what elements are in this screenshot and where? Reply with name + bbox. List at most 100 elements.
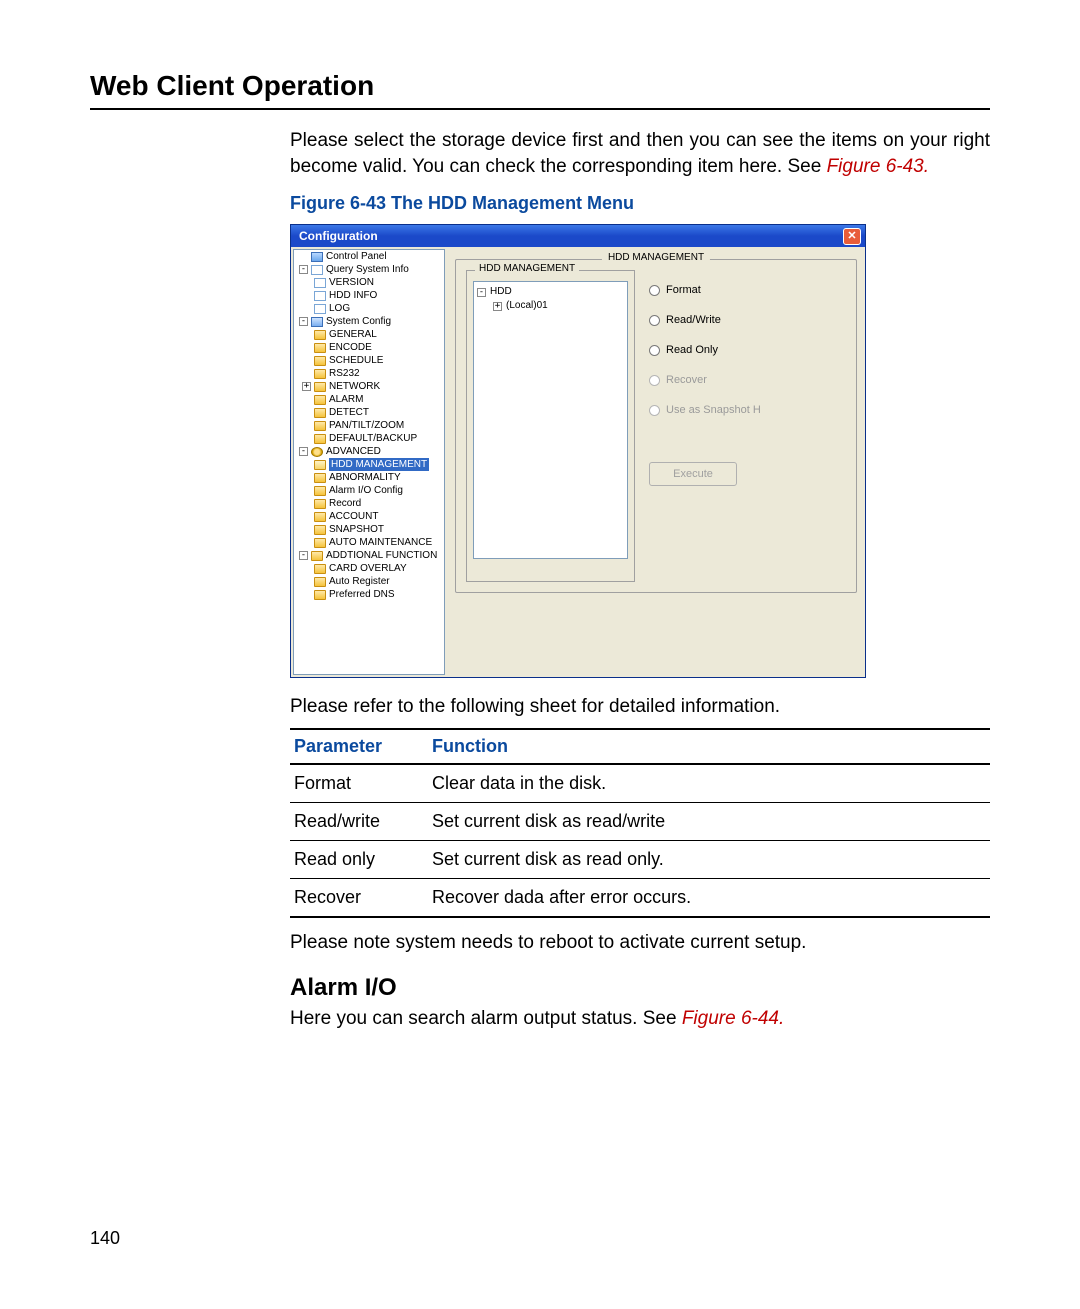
folder-icon [314, 356, 326, 366]
nav-additional-function[interactable]: ADDTIONAL FUNCTION [326, 549, 437, 562]
close-button[interactable]: ✕ [843, 228, 861, 245]
navigation-tree[interactable]: Control Panel - Query System Info VERSION… [293, 249, 445, 675]
nav-system-config[interactable]: System Config [326, 315, 391, 328]
nav-log[interactable]: LOG [329, 302, 350, 315]
hdd-tree[interactable]: -HDD + (Local)01 [473, 281, 628, 559]
cell-func: Set current disk as read only. [428, 841, 990, 879]
system-icon [311, 317, 323, 327]
alarm-text: Here you can search alarm output status.… [290, 1008, 682, 1029]
reboot-note: Please note system needs to reboot to ac… [290, 932, 990, 954]
expand-icon[interactable]: + [302, 382, 311, 391]
nav-card-overlay[interactable]: CARD OVERLAY [329, 562, 407, 575]
nav-snapshot[interactable]: SNAPSHOT [329, 523, 384, 536]
nav-record[interactable]: Record [329, 497, 361, 510]
nav-alarm[interactable]: ALARM [329, 393, 363, 406]
th-parameter: Parameter [290, 729, 428, 764]
folder-icon [314, 434, 326, 444]
page-icon [314, 304, 326, 314]
intro-paragraph: Please select the storage device first a… [290, 128, 990, 179]
nav-advanced[interactable]: ADVANCED [326, 445, 381, 458]
page-title: Web Client Operation [90, 70, 990, 102]
nav-preferred-dns[interactable]: Preferred DNS [329, 588, 395, 601]
execute-button[interactable]: Execute [649, 462, 737, 486]
folder-icon [314, 408, 326, 418]
page-number: 140 [90, 1228, 120, 1249]
collapse-icon[interactable]: - [299, 551, 308, 560]
collapse-icon[interactable]: - [477, 288, 486, 297]
nav-control-panel[interactable]: Control Panel [326, 250, 387, 263]
folder-icon [314, 486, 326, 496]
cell-param: Format [290, 764, 428, 803]
nav-hdd-info[interactable]: HDD INFO [329, 289, 377, 302]
table-row: Format Clear data in the disk. [290, 764, 990, 803]
figure-reference: Figure 6-44. [682, 1008, 784, 1029]
radio-icon [649, 315, 660, 326]
option-read-write-label: Read/Write [666, 314, 721, 326]
option-format[interactable]: Format [649, 284, 846, 296]
figure-caption: Figure 6-43 The HDD Management Menu [290, 193, 990, 214]
folder-icon [314, 382, 326, 392]
nav-auto-maintenance[interactable]: AUTO MAINTENANCE [329, 536, 432, 549]
folder-icon [314, 590, 326, 600]
folder-icon [314, 395, 326, 405]
option-read-write[interactable]: Read/Write [649, 314, 846, 326]
cell-func: Recover dada after error occurs. [428, 879, 990, 918]
cell-param: Recover [290, 879, 428, 918]
table-row: Recover Recover dada after error occurs. [290, 879, 990, 918]
radio-icon [649, 405, 660, 416]
hdd-root[interactable]: HDD [490, 285, 512, 299]
nav-version[interactable]: VERSION [329, 276, 374, 289]
collapse-icon[interactable]: - [299, 317, 308, 326]
option-format-label: Format [666, 284, 701, 296]
nav-network[interactable]: NETWORK [329, 380, 380, 393]
page-icon [314, 291, 326, 301]
folder-icon [311, 551, 323, 561]
folder-icon [314, 512, 326, 522]
nav-encode[interactable]: ENCODE [329, 341, 372, 354]
radio-icon [649, 375, 660, 386]
nav-hdd-management[interactable]: HDD MANAGEMENT [329, 458, 429, 471]
collapse-icon[interactable]: - [299, 447, 308, 456]
alarm-paragraph: Here you can search alarm output status.… [290, 1008, 990, 1030]
folder-icon [314, 525, 326, 535]
nav-account[interactable]: ACCOUNT [329, 510, 378, 523]
hdd-group: HDD MANAGEMENT -HDD +(Local)01 [466, 270, 635, 582]
option-read-only-label: Read Only [666, 344, 718, 356]
panel-icon [311, 252, 323, 262]
folder-icon [314, 330, 326, 340]
hdd-group-legend: HDD MANAGEMENT [475, 263, 579, 274]
folder-icon [314, 499, 326, 509]
nav-rs232[interactable]: RS232 [329, 367, 360, 380]
cell-param: Read/write [290, 803, 428, 841]
nav-general[interactable]: GENERAL [329, 328, 377, 341]
folder-icon [314, 538, 326, 548]
cell-func: Set current disk as read/write [428, 803, 990, 841]
folder-icon [314, 473, 326, 483]
hdd-local01[interactable]: (Local)01 [506, 299, 548, 313]
nav-abnormality[interactable]: ABNORMALITY [329, 471, 401, 484]
page-icon [314, 278, 326, 288]
folder-icon [314, 564, 326, 574]
nav-ptz[interactable]: PAN/TILT/ZOOM [329, 419, 404, 432]
window-title: Configuration [299, 229, 378, 243]
option-recover-label: Recover [666, 374, 707, 386]
cell-param: Read only [290, 841, 428, 879]
figure-reference: Figure 6-43. [827, 156, 929, 177]
nav-auto-register[interactable]: Auto Register [329, 575, 390, 588]
radio-icon [649, 345, 660, 356]
th-function: Function [428, 729, 990, 764]
option-recover: Recover [649, 374, 846, 386]
nav-detect[interactable]: DETECT [329, 406, 369, 419]
cell-func: Clear data in the disk. [428, 764, 990, 803]
gear-icon [311, 447, 323, 457]
nav-default-backup[interactable]: DEFAULT/BACKUP [329, 432, 417, 445]
panel-legend: HDD MANAGEMENT [602, 252, 710, 263]
option-read-only[interactable]: Read Only [649, 344, 846, 356]
nav-query-system-info[interactable]: Query System Info [326, 263, 409, 276]
collapse-icon[interactable]: - [299, 265, 308, 274]
nav-schedule[interactable]: SCHEDULE [329, 354, 383, 367]
after-figure-text: Please refer to the following sheet for … [290, 696, 990, 718]
expand-icon[interactable]: + [493, 302, 502, 311]
folder-open-icon [314, 460, 326, 470]
nav-alarm-io-config[interactable]: Alarm I/O Config [329, 484, 403, 497]
